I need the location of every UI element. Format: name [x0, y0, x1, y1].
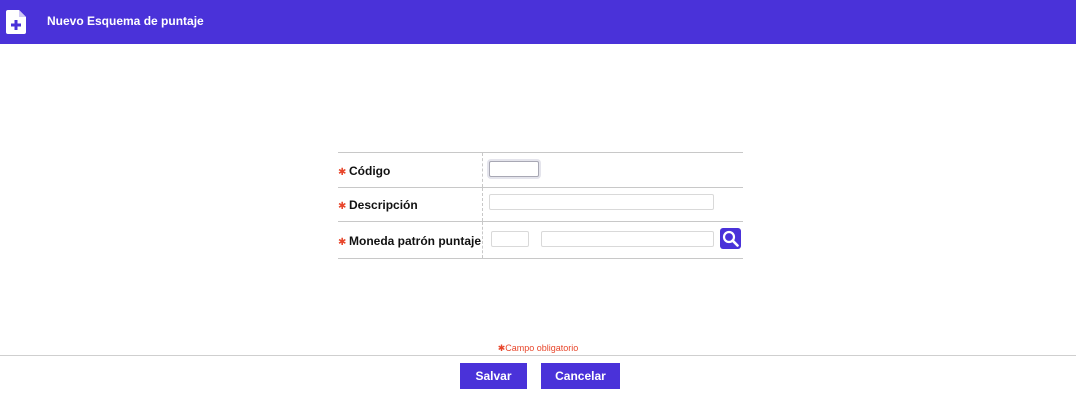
- footer-divider: [0, 355, 1076, 356]
- cancel-button[interactable]: Cancelar: [541, 363, 620, 389]
- column-divider: [482, 153, 483, 187]
- form-row-descripcion: ✱ Descripción: [338, 187, 743, 221]
- codigo-label: Código: [349, 164, 391, 178]
- save-button[interactable]: Salvar: [460, 363, 527, 389]
- required-marker: ✱: [338, 167, 347, 178]
- descripcion-label: Descripción: [349, 198, 418, 212]
- required-marker: ✱: [338, 201, 347, 212]
- search-icon: [722, 230, 739, 247]
- required-marker: ✱: [338, 237, 347, 248]
- required-field-note: ✱Campo obligatorio: [497, 343, 579, 353]
- header-action-label: Nuevo: [47, 14, 84, 28]
- scoring-scheme-form: ✱ Código ✱ Descripción ✱ Moneda patrón p…: [338, 152, 743, 259]
- moneda-lookup-button[interactable]: [720, 228, 741, 249]
- descripcion-input[interactable]: [489, 194, 714, 210]
- moneda-code-input[interactable]: [491, 231, 529, 247]
- header-bar: Nuevo Esquema de puntaje: [0, 0, 1076, 44]
- form-row-moneda: ✱ Moneda patrón puntaje: [338, 221, 743, 259]
- page-title: Esquema de puntaje: [87, 14, 204, 28]
- column-divider: [482, 188, 483, 221]
- moneda-label: Moneda patrón puntaje: [349, 234, 481, 248]
- form-row-codigo: ✱ Código: [338, 152, 743, 187]
- column-divider: [482, 222, 483, 258]
- codigo-input[interactable]: [489, 161, 539, 177]
- new-document-icon: [6, 10, 26, 34]
- moneda-name-input[interactable]: [541, 231, 714, 247]
